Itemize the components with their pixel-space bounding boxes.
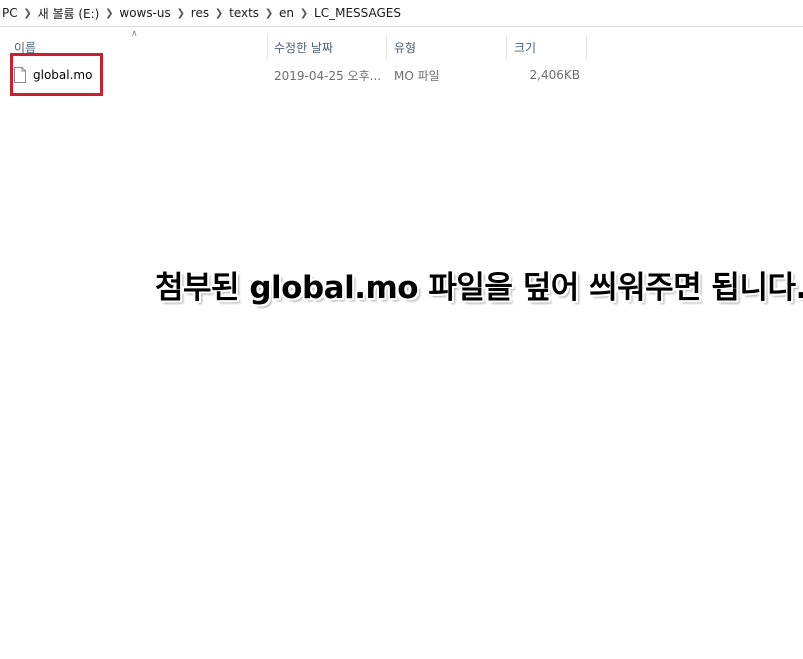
file-type-cell: MO 파일 — [394, 68, 440, 83]
breadcrumb-item-en[interactable]: en — [275, 3, 298, 23]
breadcrumb-item-lc-messages[interactable]: LC_MESSAGES — [310, 3, 405, 23]
breadcrumb-item-pc[interactable]: PC — [0, 3, 22, 23]
column-divider[interactable] — [386, 35, 387, 60]
file-row[interactable]: global.mo 2019-04-25 오후... MO 파일 2,406KB — [0, 62, 803, 88]
chevron-right-icon[interactable]: ❯ — [263, 3, 275, 23]
breadcrumb: PC ❯ 새 볼륨 (E:) ❯ wows-us ❯ res ❯ texts ❯… — [0, 0, 803, 27]
chevron-right-icon[interactable]: ❯ — [103, 3, 115, 23]
file-size-cell: 2,406KB — [529, 68, 580, 82]
column-divider[interactable] — [586, 35, 587, 60]
chevron-right-icon[interactable]: ❯ — [213, 3, 225, 23]
column-header-size[interactable]: 크기 — [508, 35, 586, 60]
file-date-cell: 2019-04-25 오후... — [274, 68, 382, 83]
column-header-type[interactable]: 유형 — [388, 35, 506, 60]
column-divider[interactable] — [506, 35, 507, 60]
breadcrumb-item-texts[interactable]: texts — [225, 3, 263, 23]
chevron-right-icon[interactable]: ❯ — [22, 3, 34, 23]
chevron-right-icon[interactable]: ❯ — [298, 3, 310, 23]
highlight-box — [10, 53, 103, 96]
instruction-text: 첨부된 global.mo 파일을 덮어 씌워주면 됩니다. — [155, 270, 803, 306]
breadcrumb-item-wows-us[interactable]: wows-us — [115, 3, 174, 23]
chevron-right-icon[interactable]: ❯ — [175, 3, 187, 23]
column-header-row: 이름 수정한 날짜 유형 크기 — [0, 35, 803, 60]
breadcrumb-item-res[interactable]: res — [187, 3, 213, 23]
file-explorer-window: PC ❯ 새 볼륨 (E:) ❯ wows-us ❯ res ❯ texts ❯… — [0, 0, 803, 659]
breadcrumb-item-drive[interactable]: 새 볼륨 (E:) — [34, 3, 104, 23]
column-header-date[interactable]: 수정한 날짜 — [268, 35, 386, 60]
